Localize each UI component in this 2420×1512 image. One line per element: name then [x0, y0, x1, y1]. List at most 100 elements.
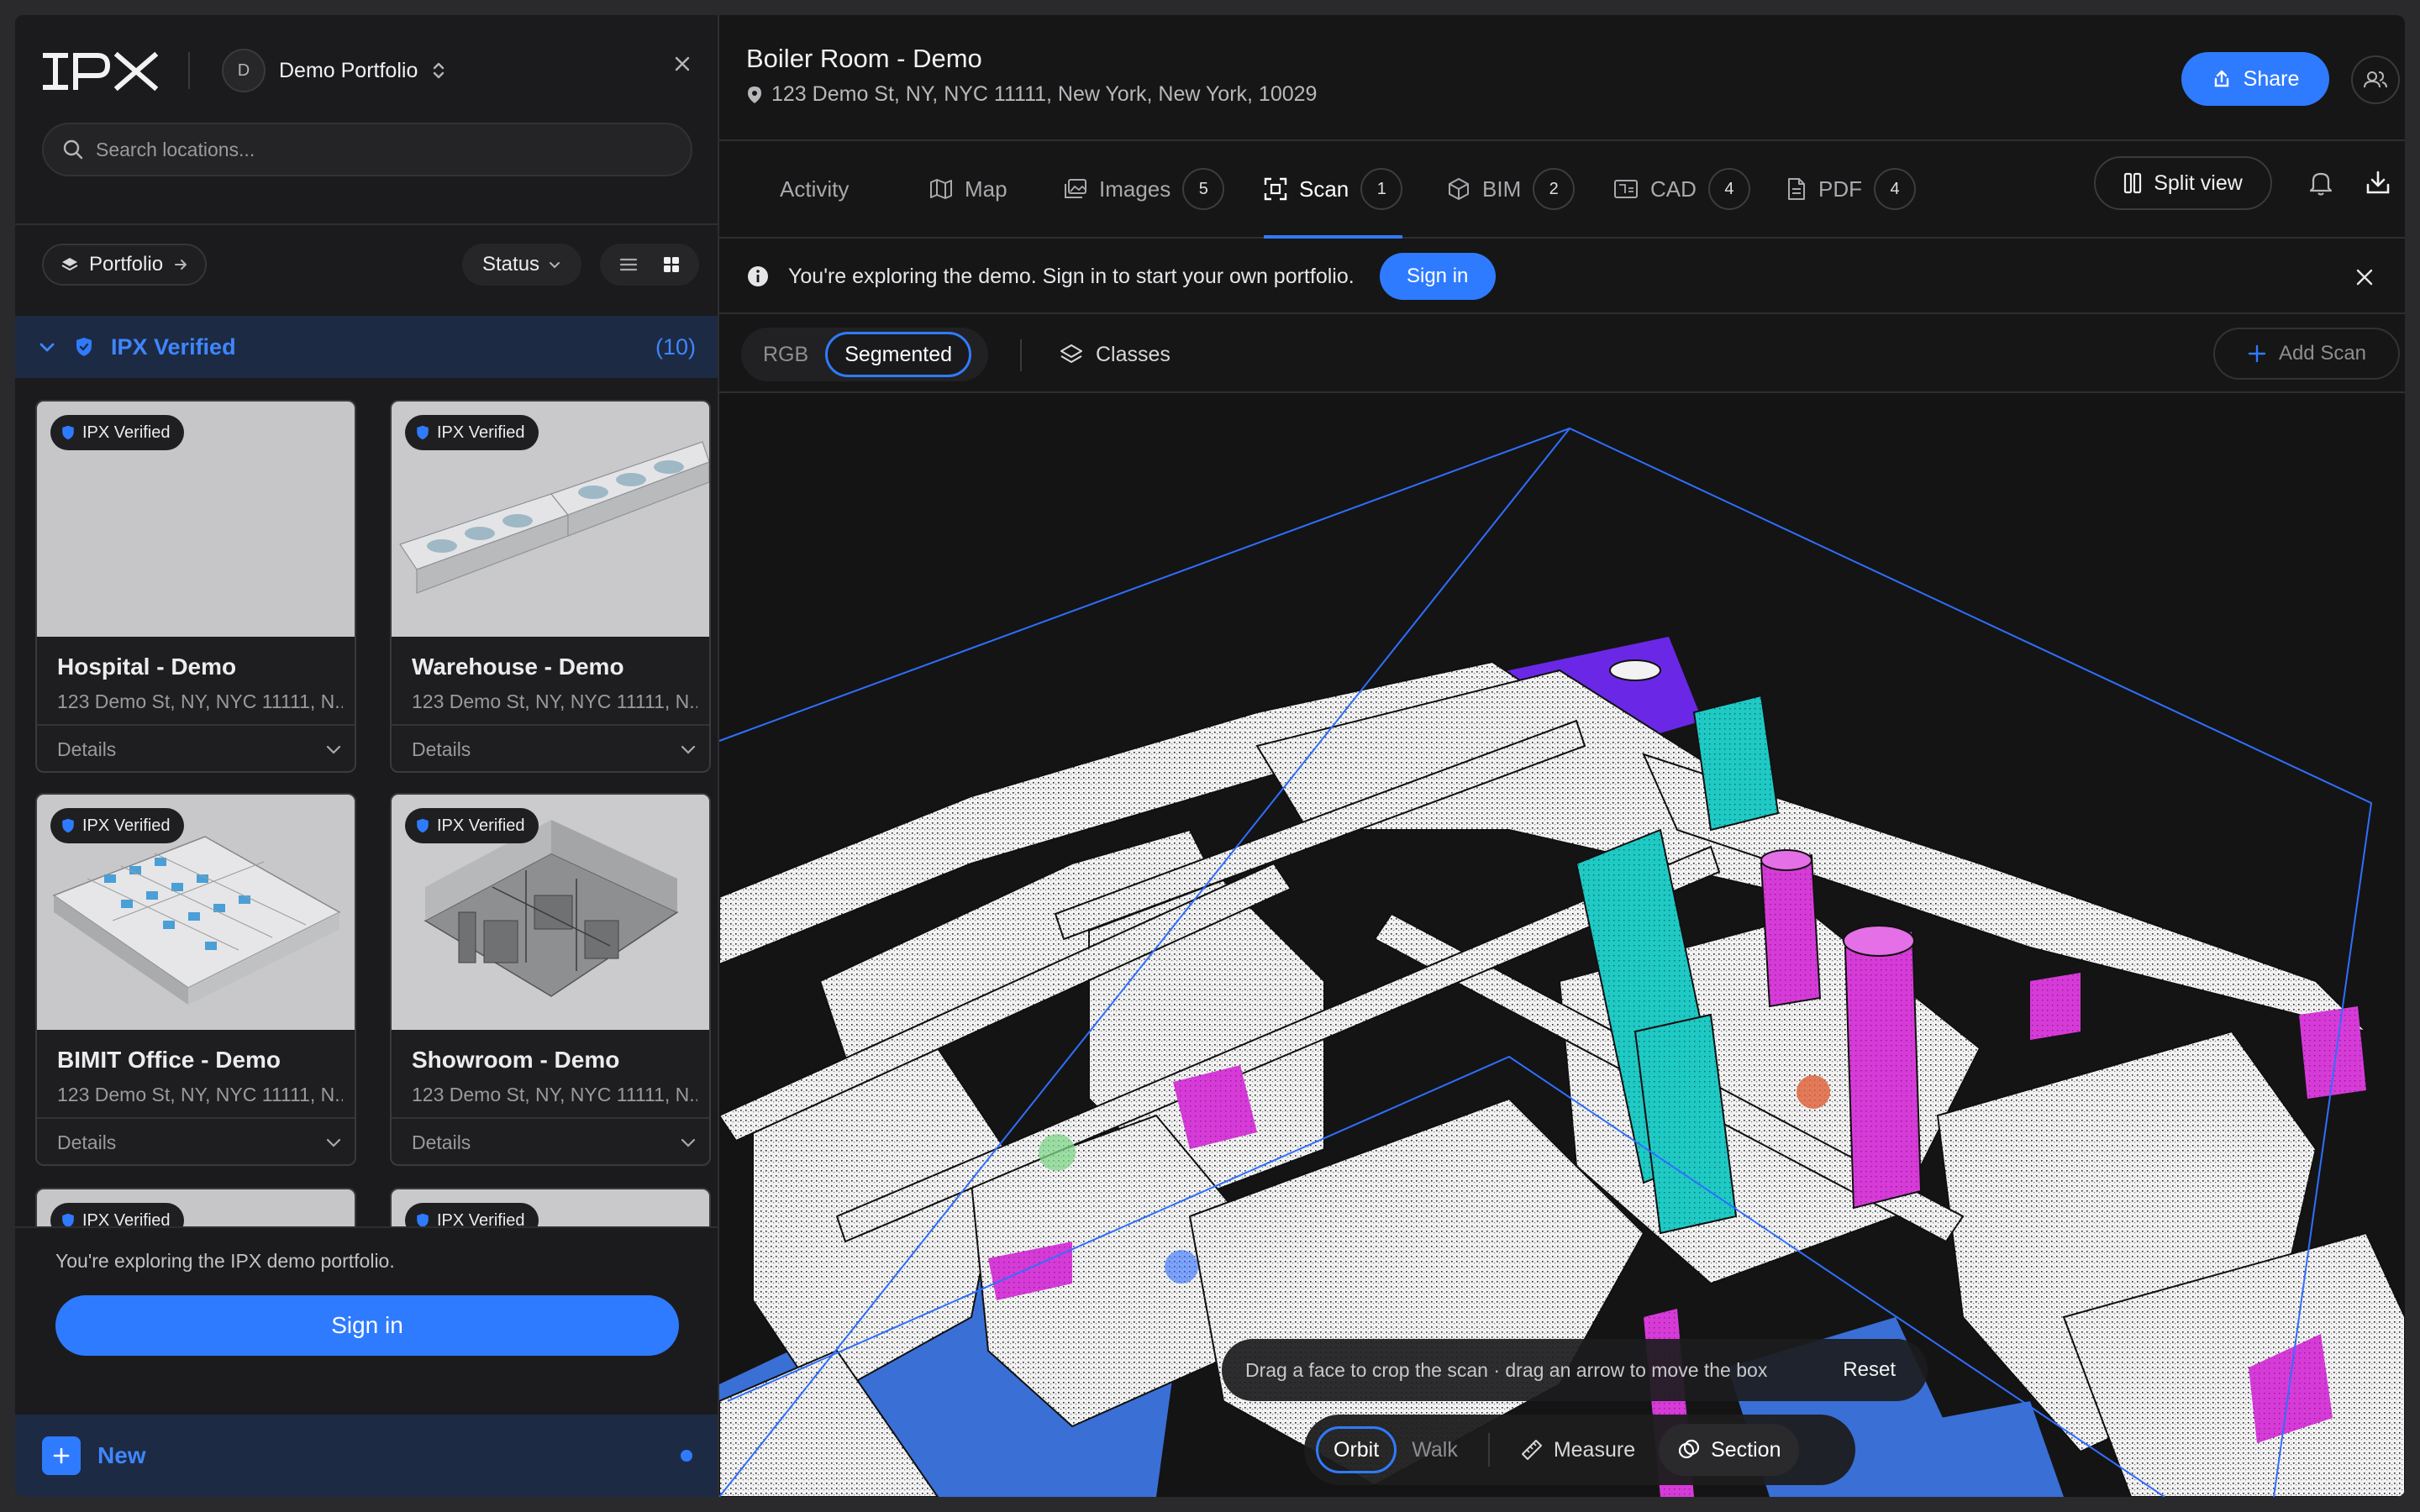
viewer-controls: Orbit Walk Measure Section	[1304, 1415, 1855, 1485]
toolbar-divider	[1020, 339, 1022, 371]
location-address-line: 123 Demo St, NY, NYC 11111, New York, Ne…	[746, 82, 1317, 107]
cube-icon	[1449, 178, 1469, 200]
portfolio-avatar: D	[222, 49, 266, 92]
group-count: (10)	[655, 333, 696, 360]
location-card-bimit-office[interactable]: IPX Verified BIMIT Office - Demo 123 Dem…	[35, 793, 356, 1166]
verified-group-header[interactable]: IPX Verified (10)	[15, 316, 718, 378]
plus-icon	[2248, 344, 2266, 363]
classes-button[interactable]: Classes	[1059, 331, 1171, 378]
location-card-hospital[interactable]: IPX Verified Hospital - Demo 123 Demo St…	[35, 400, 356, 773]
bell-icon	[2309, 172, 2333, 196]
banner-message: You're exploring the demo. Sign in to st…	[788, 264, 1355, 288]
tab-bim[interactable]: BIM 2	[1447, 141, 1576, 237]
reset-button[interactable]: Reset	[1834, 1358, 1904, 1382]
location-address: 123 Demo St, NY, NYC 11111, N...	[412, 1084, 697, 1105]
grid-icon	[663, 257, 679, 272]
tab-label: PDF	[1818, 176, 1862, 202]
section-button[interactable]: Section	[1659, 1424, 1800, 1476]
app-window: D Demo Portfolio Portfolio Status	[15, 15, 2405, 1497]
shield-icon	[76, 338, 92, 356]
share-icon	[2214, 70, 2228, 87]
details-toggle[interactable]: Details	[412, 1119, 697, 1164]
portfolio-name: Demo Portfolio	[279, 58, 418, 82]
tab-cad[interactable]: CAD 4	[1613, 141, 1750, 237]
tab-pdf[interactable]: PDF 4	[1786, 141, 1916, 237]
tab-activity[interactable]: Activity	[780, 141, 849, 237]
chevron-down-icon	[550, 262, 560, 269]
split-view-button[interactable]: Split view	[2094, 156, 2272, 210]
location-address: 123 Demo St, NY, NYC 11111, N...	[412, 690, 697, 712]
download-button[interactable]	[2358, 163, 2398, 203]
badge-label: IPX Verified	[82, 816, 171, 835]
orbit-mode-button[interactable]: Orbit	[1316, 1426, 1397, 1473]
plus-icon	[42, 1436, 81, 1475]
notification-dot	[681, 1450, 692, 1462]
page-title: Boiler Room - Demo	[746, 44, 982, 73]
location-title: Showroom - Demo	[412, 1047, 620, 1073]
layers-icon	[1060, 344, 1082, 363]
scan-viewport[interactable]: Drag a face to crop the scan · drag an a…	[719, 393, 2405, 1497]
tab-count: 1	[1360, 168, 1403, 210]
demo-banner: You're exploring the demo. Sign in to st…	[719, 240, 2405, 314]
mode-segmented[interactable]: Segmented	[825, 332, 972, 377]
grid-view-button[interactable]	[655, 248, 688, 281]
shield-icon	[417, 818, 429, 833]
ipx-logo	[43, 51, 159, 92]
location-title: Hospital - Demo	[57, 654, 237, 680]
location-card-showroom[interactable]: IPX Verified Showroom - Demo 123 Demo St…	[390, 793, 711, 1166]
measure-button[interactable]: Measure	[1502, 1424, 1654, 1476]
sidebar: D Demo Portfolio Portfolio Status	[15, 15, 719, 1497]
file-icon	[1788, 178, 1805, 200]
tab-scan[interactable]: Scan 1	[1264, 141, 1403, 239]
sign-in-button[interactable]: Sign in	[55, 1295, 679, 1356]
details-toggle[interactable]: Details	[57, 726, 343, 771]
details-label: Details	[412, 1131, 471, 1153]
new-location-button[interactable]: New	[15, 1415, 718, 1497]
tab-images[interactable]: Images 5	[1064, 141, 1225, 237]
scan-view-bar: RGB Segmented Classes Add Scan	[719, 316, 2405, 393]
collaborators-button[interactable]	[2351, 55, 2400, 104]
add-scan-button[interactable]: Add Scan	[2213, 328, 2400, 380]
portfolio-button[interactable]: Portfolio	[42, 244, 208, 286]
mode-rgb[interactable]: RGB	[746, 332, 825, 377]
walk-mode-button[interactable]: Walk	[1397, 1426, 1473, 1473]
tab-label: Images	[1099, 176, 1171, 202]
share-button[interactable]: Share	[2181, 52, 2329, 106]
details-toggle[interactable]: Details	[57, 1119, 343, 1164]
download-icon	[2366, 171, 2390, 194]
notifications-button[interactable]	[2301, 163, 2341, 203]
ruler-icon	[1521, 1440, 1542, 1460]
crop-hint: Drag a face to crop the scan · drag an a…	[1222, 1339, 1928, 1401]
group-label: IPX Verified	[111, 333, 236, 360]
location-card-warehouse[interactable]: IPX Verified Warehouse - Demo 123 Demo S…	[390, 400, 711, 773]
status-filter-button[interactable]: Status	[462, 244, 582, 286]
badge-label: IPX Verified	[437, 816, 525, 835]
map-pin-icon	[748, 86, 761, 103]
tab-map[interactable]: Map	[929, 141, 1007, 237]
details-toggle[interactable]: Details	[412, 726, 697, 771]
chevron-up-down-icon	[434, 62, 445, 79]
list-view-button[interactable]	[612, 248, 645, 281]
badge-label: IPX Verified	[82, 423, 171, 442]
scan-icon	[1264, 177, 1287, 201]
section-label: Section	[1711, 1437, 1781, 1462]
point-cloud-canvas[interactable]	[719, 393, 2405, 1497]
search-box[interactable]	[42, 123, 692, 176]
tab-label: BIM	[1482, 176, 1522, 202]
search-input[interactable]	[96, 138, 667, 161]
tab-label: Scan	[1299, 176, 1349, 202]
status-filter-label: Status	[482, 253, 540, 276]
chevron-down-icon	[681, 745, 696, 754]
chevron-down-icon	[326, 745, 341, 754]
tab-count: 4	[1707, 168, 1750, 210]
banner-sign-in-button[interactable]: Sign in	[1379, 253, 1496, 300]
verified-badge: IPX Verified	[50, 808, 184, 843]
arrow-right-icon	[175, 260, 187, 270]
portfolio-switcher[interactable]: D Demo Portfolio	[222, 45, 446, 96]
verified-badge: IPX Verified	[50, 415, 184, 450]
close-icon	[675, 56, 690, 71]
cad-icon	[1614, 180, 1638, 198]
close-banner-button[interactable]	[2344, 257, 2385, 297]
details-label: Details	[412, 738, 471, 760]
close-sidebar-button[interactable]	[667, 49, 697, 79]
